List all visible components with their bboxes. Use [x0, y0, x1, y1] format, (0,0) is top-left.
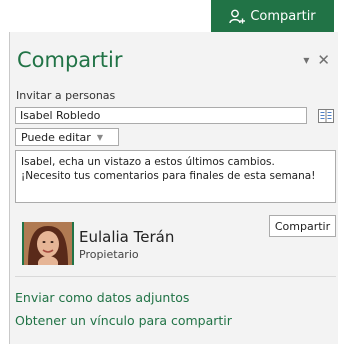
pane-controls: ▾ ✕ — [303, 51, 330, 69]
divider — [15, 276, 336, 277]
chevron-down-icon[interactable]: ▾ — [303, 53, 309, 67]
message-textarea[interactable]: Isabel, echa un vistazo a estos últimos … — [15, 150, 336, 203]
share-button[interactable]: Compartir — [269, 215, 336, 237]
close-icon[interactable]: ✕ — [317, 51, 330, 69]
person-add-icon — [229, 9, 246, 23]
share-tab-button[interactable]: Compartir — [211, 0, 334, 32]
owner-name: Eulalia Terán — [79, 228, 175, 246]
pane-title: Compartir — [17, 48, 123, 72]
send-as-attachment-link[interactable]: Enviar como datos adjuntos — [15, 290, 189, 305]
top-bar: Compartir — [0, 0, 338, 32]
get-share-link[interactable]: Obtener un vínculo para compartir — [15, 313, 232, 328]
permission-selected: Puede editar — [21, 130, 91, 144]
permission-dropdown[interactable]: Puede editar ▼ — [15, 128, 119, 146]
invite-input[interactable]: Isabel Robledo — [15, 107, 307, 124]
invite-label: Invitar a personas — [16, 89, 116, 102]
chevron-down-icon: ▼ — [96, 132, 103, 142]
owner-role: Propietario — [79, 248, 139, 261]
share-tab-label: Compartir — [250, 8, 316, 24]
address-book-icon[interactable] — [317, 107, 334, 124]
avatar — [22, 222, 74, 265]
